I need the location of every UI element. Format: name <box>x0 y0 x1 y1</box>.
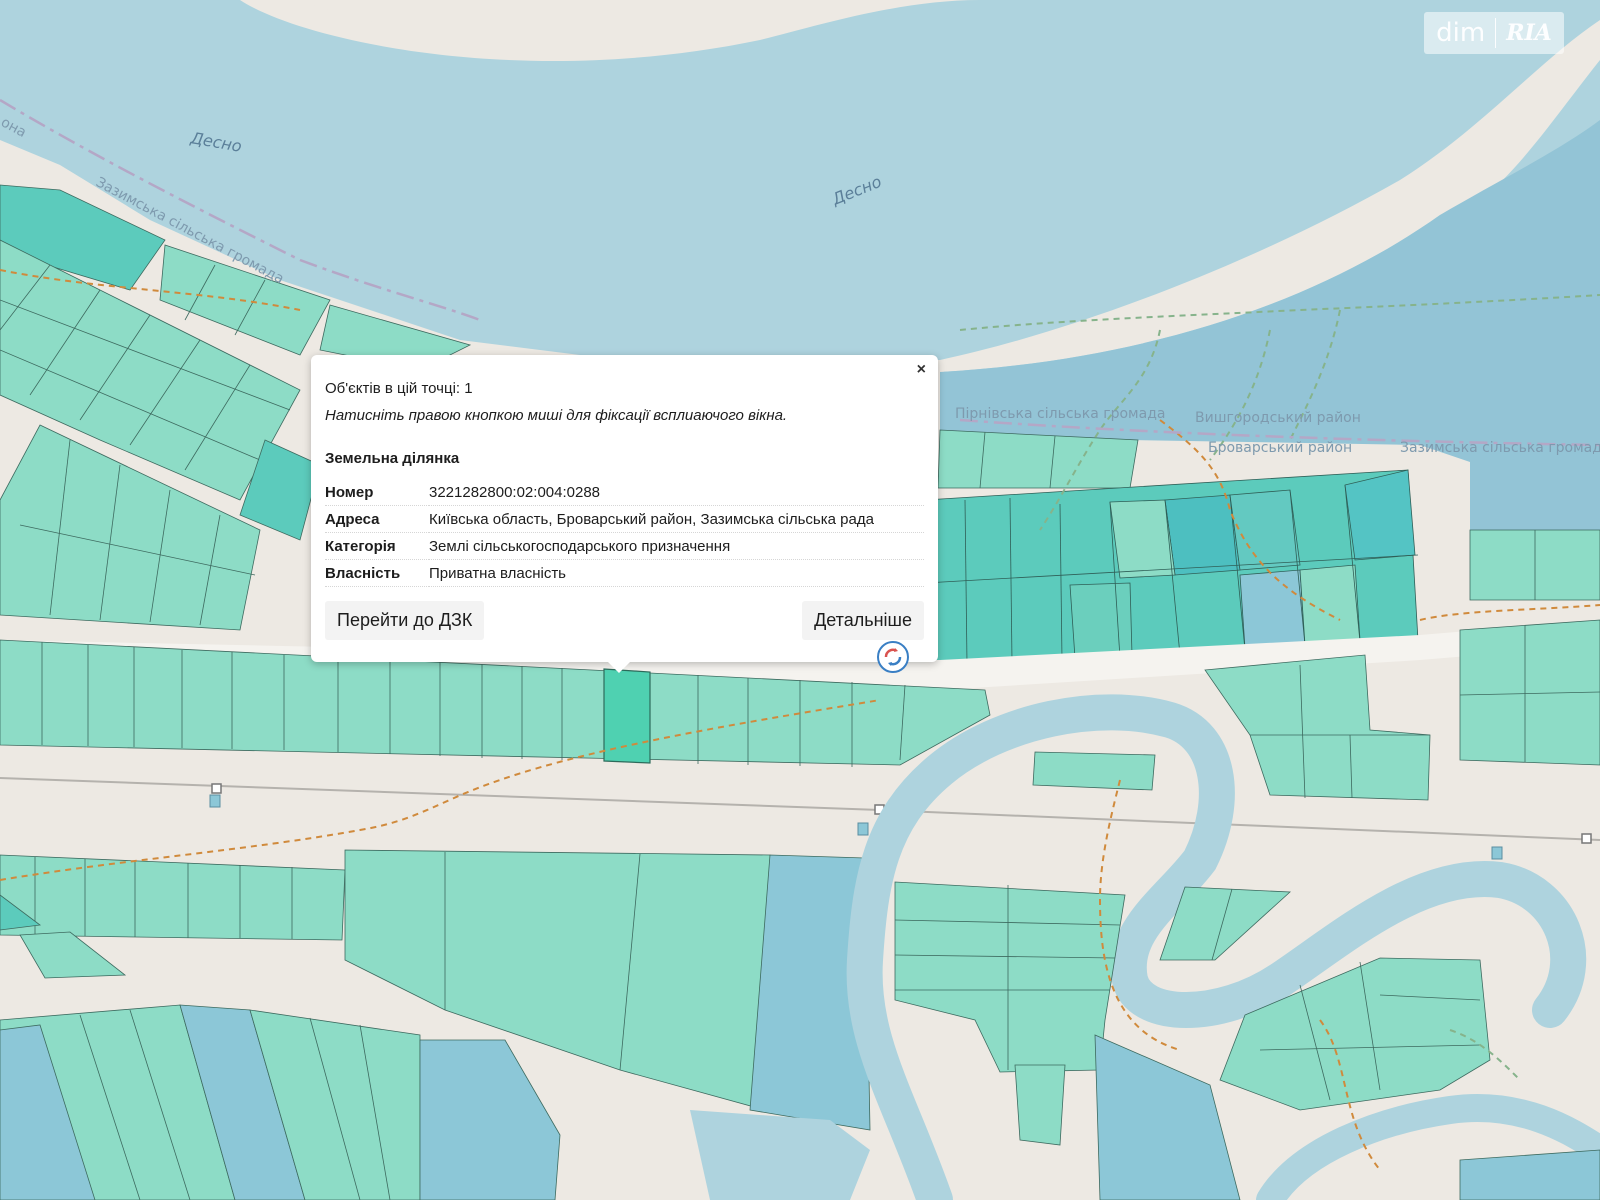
attr-value-ownership: Приватна власність <box>429 559 924 587</box>
go-to-dzk-button[interactable]: Перейти до ДЗК <box>325 601 485 640</box>
parcels-dense-block <box>924 469 1419 666</box>
attr-key: Номер <box>325 479 429 506</box>
popup-hint: Натисніть правою кнопкою миші для фіксац… <box>325 407 788 424</box>
popup-pointer <box>607 661 631 673</box>
attr-value-category: Землі сільськогосподарського призначення <box>429 532 924 560</box>
attr-row-category: Категорія Землі сільськогосподарського п… <box>325 532 924 560</box>
attr-key: Категорія <box>325 532 429 560</box>
boundary-label-pirnivska: Пірнівська сільська громада <box>955 406 1165 422</box>
watermark-logo: dim RIA <box>1424 12 1564 54</box>
attr-value-cadastral-number: 3221282800:02:004:0288 <box>429 479 924 506</box>
watermark-dim: dim <box>1436 18 1486 48</box>
boundary-label-vyshhorodskyi: Вишгородський район <box>1195 410 1361 426</box>
boundary-label-zazymska-right: Зазимська сільська громад <box>1400 440 1600 456</box>
parcel-attributes: Номер 3221282800:02:004:0288 Адреса Київ… <box>325 479 924 587</box>
popup-actions: Перейти до ДЗК Детальніше <box>325 601 924 640</box>
watermark-divider <box>1495 18 1497 48</box>
loading-spinner-icon <box>877 641 909 673</box>
attr-key: Адреса <box>325 505 429 533</box>
attr-row-ownership: Власність Приватна власність <box>325 559 924 587</box>
watermark-ria: RIA <box>1506 20 1552 46</box>
objects-count: Об'єктів в цій точці: 1 <box>325 380 473 397</box>
popup-heading: Земельна ділянка <box>325 450 460 467</box>
boundary-label-brovarskyi: Броварський район <box>1208 440 1352 456</box>
parcel-info-popup: × Об'єктів в цій точці: 1 Натисніть прав… <box>311 355 938 673</box>
attr-row-number: Номер 3221282800:02:004:0288 <box>325 479 924 506</box>
attr-row-address: Адреса Київська область, Броварський рай… <box>325 505 924 533</box>
attr-value-address: Київська область, Броварський район, Заз… <box>429 505 924 533</box>
attr-key: Власність <box>325 559 429 587</box>
close-icon[interactable]: × <box>917 361 926 379</box>
details-button[interactable]: Детальніше <box>802 601 924 640</box>
